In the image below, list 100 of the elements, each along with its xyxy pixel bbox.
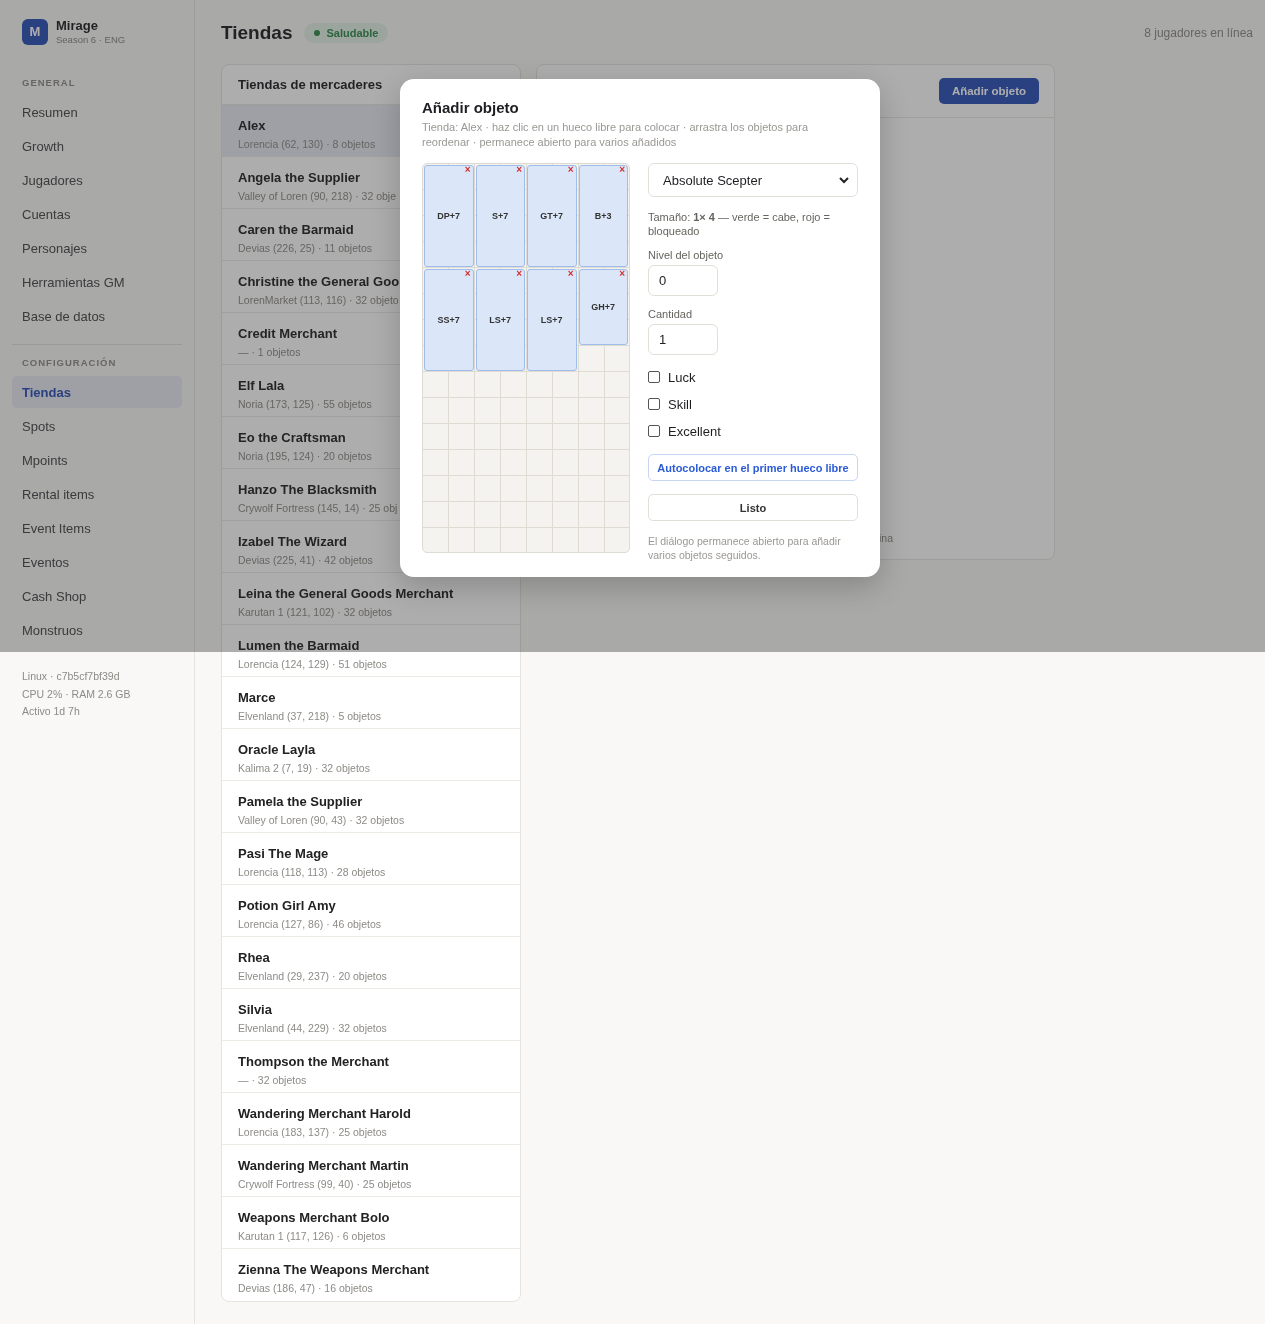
status-badge: Saludable [304, 23, 389, 43]
inventory-item[interactable]: B+3 × [578, 165, 628, 267]
shop-name: Pasi The Mage [238, 846, 329, 861]
number-field[interactable]: 0 [648, 265, 718, 296]
shop-name: Eo the Craftsman [238, 430, 346, 445]
field-label: Nivel del objeto [648, 249, 725, 261]
remove-button[interactable]: × [516, 269, 522, 279]
shop-name: Credit Merchant [238, 326, 337, 341]
nav-item[interactable]: Personajes [12, 232, 182, 264]
logo-icon: M [22, 18, 48, 45]
add-item-button[interactable]: Añadir objeto [938, 78, 1039, 104]
remove-button[interactable]: × [567, 165, 574, 175]
shop-detail: Lorencia (62, 130) · 8 objetos [238, 138, 376, 150]
inventory-item[interactable]: GH+7 × [578, 269, 628, 345]
shop-detail: Devias (186, 47) · 16 objetos [238, 1282, 373, 1294]
shop-detail: Lorencia (183, 137) · 25 objetos [238, 1126, 387, 1138]
done-button[interactable]: Listo [648, 494, 858, 521]
shop-detail: Valley of Loren (90, 43) · 32 objetos [238, 814, 405, 826]
shop-name: Angela the Supplier [238, 170, 361, 185]
remove-button[interactable]: × [619, 165, 625, 175]
shop-detail: Devias (226, 25) · 11 objetos [238, 242, 373, 254]
nav-item[interactable]: Tiendas [12, 376, 182, 408]
shop-name: Christine the General Goo [238, 274, 400, 289]
remove-button[interactable]: × [516, 165, 522, 175]
shop-name: Leina the General Goods Merchant [238, 586, 454, 601]
shop-detail: — · 32 objetos [238, 1074, 307, 1086]
nav-item[interactable]: Cash Shop [12, 580, 182, 612]
shop-name: Hanzo The Blacksmith [238, 482, 377, 497]
shop-detail: Crywolf Fortress (99, 40) · 25 objetos [238, 1178, 412, 1190]
app-subtitle: Season 6 · ENG [56, 34, 126, 45]
item-select[interactable]: Absolute Scepter [648, 163, 858, 197]
shop-row[interactable]: Silvia Elvenland (44, 229) · 32 objetos [222, 989, 520, 1041]
checkbox[interactable] [648, 425, 660, 437]
shop-detail: Noria (173, 125) · 55 objetos [238, 398, 372, 410]
nav-item[interactable]: Base de datos [12, 300, 182, 332]
shop-detail: Noria (195, 124) · 20 objetos [238, 450, 372, 462]
shop-row[interactable]: Lumen the Barmaid Lorencia (124, 129) · 51 objetos [222, 625, 520, 677]
shop-row[interactable]: Zienna The Weapons Merchant Devias (186, 47) · 16 objetos [222, 1249, 520, 1301]
system-info: Activo 1d 7h [21, 704, 81, 719]
shop-name: Lumen the Barmaid [238, 638, 360, 653]
checkbox[interactable] [648, 398, 660, 410]
shop-detail: Karutan 1 (121, 102) · 32 objetos [238, 606, 393, 618]
page-title: Tiendas [221, 22, 293, 44]
shop-row[interactable]: Oracle Layla Kalima 2 (7, 19) · 32 objetos [222, 729, 520, 781]
section-heading: GENERAL [21, 77, 77, 88]
section-heading: CONFIGURACIÓN [21, 357, 118, 368]
shop-row[interactable]: Rhea Elvenland (29, 237) · 20 objetos [222, 937, 520, 989]
shop-detail: Lorencia (127, 86) · 46 objetos [238, 918, 381, 930]
shop-name: Izabel The Wizard [238, 534, 347, 549]
inventory-item[interactable]: LS+7 × [527, 269, 577, 371]
nav-item[interactable]: Eventos [12, 546, 182, 578]
shop-name: Silvia [238, 1002, 272, 1017]
shop-row[interactable]: Potion Girl Amy Lorencia (127, 86) · 46 objetos [222, 885, 520, 937]
remove-button[interactable]: × [619, 269, 625, 279]
nav-item[interactable]: Growth [12, 130, 182, 162]
shop-row[interactable]: Pamela the Supplier Valley of Loren (90, 43) · 32 objetos [222, 781, 520, 833]
shop-row[interactable]: Marce Elvenland (37, 218) · 5 objetos [222, 677, 520, 729]
shop-name: Oracle Layla [238, 742, 316, 757]
inventory-grid[interactable]: DP+7 × S+7 × GT+7 × B+3 × SS+7 × LS+7 × LS+7 × GH+7 × [422, 163, 630, 553]
status-dot-icon [314, 30, 321, 36]
shop-name: Thompson the Merchant [238, 1054, 389, 1069]
nav-item[interactable]: Herramientas GM [12, 266, 182, 298]
shop-row[interactable]: Pasi The Mage Lorencia (118, 113) · 28 objetos [222, 833, 520, 885]
remove-button[interactable]: × [464, 165, 471, 175]
checkbox-label: Skill [668, 396, 692, 412]
inventory-item[interactable]: GT+7 × [527, 165, 577, 267]
shop-name: Weapons Merchant Bolo [238, 1210, 390, 1225]
shop-row[interactable]: Wandering Merchant Martin Crywolf Fortress (99, 40) · 25 objetos [222, 1145, 520, 1197]
shop-name: Rhea [238, 950, 270, 965]
nav-item[interactable]: Cuentas [12, 198, 182, 230]
inventory-item[interactable]: S+7 × [475, 165, 525, 267]
shop-detail: Lorencia (118, 113) · 28 objetos [238, 866, 386, 878]
shop-detail: — · 1 objetos [238, 346, 301, 358]
nav-item[interactable]: Resumen [12, 96, 182, 128]
shop-name: Pamela the Supplier [238, 794, 363, 809]
nav-item[interactable]: Jugadores [12, 164, 182, 196]
shop-row[interactable]: Wandering Merchant Harold Lorencia (183, 137) · 25 objetos [222, 1093, 520, 1145]
checkbox[interactable] [648, 371, 660, 383]
remove-button[interactable]: × [567, 269, 574, 279]
shop-row[interactable]: Thompson the Merchant — · 32 objetos [222, 1041, 520, 1093]
shop-name: Marce [238, 690, 276, 705]
inventory-item[interactable]: SS+7 × [424, 269, 474, 371]
nav-item[interactable]: Rental items [12, 478, 182, 510]
nav-item[interactable]: Mpoints [12, 444, 182, 476]
checkbox-label: Excellent [668, 423, 721, 439]
shop-name: Alex [238, 118, 266, 133]
nav-item[interactable]: Spots [12, 410, 182, 442]
shop-detail: LorenMarket (113, 116) · 32 objeto [238, 294, 399, 306]
inventory-item[interactable]: LS+7 × [475, 269, 525, 371]
autoplace-button[interactable]: Autocolocar en el primer hueco libre [648, 454, 858, 481]
remove-button[interactable]: × [464, 269, 471, 279]
shop-name: Wandering Merchant Harold [238, 1106, 411, 1121]
shop-detail: Lorencia (124, 129) · 51 objetos [238, 658, 387, 670]
number-field[interactable]: 1 [648, 324, 718, 355]
nav-item[interactable]: Monstruos [12, 614, 182, 646]
shop-detail: Karutan 1 (117, 126) · 6 objetos [238, 1230, 386, 1242]
nav-item[interactable]: Event Items [12, 512, 182, 544]
shop-row[interactable]: Weapons Merchant Bolo Karutan 1 (117, 126) · 6 objetos [222, 1197, 520, 1249]
inventory-item[interactable]: DP+7 × [424, 165, 474, 267]
size-hint: Tamaño: 1× 4 — verde = cabe, rojo = bloqueado [648, 210, 831, 238]
